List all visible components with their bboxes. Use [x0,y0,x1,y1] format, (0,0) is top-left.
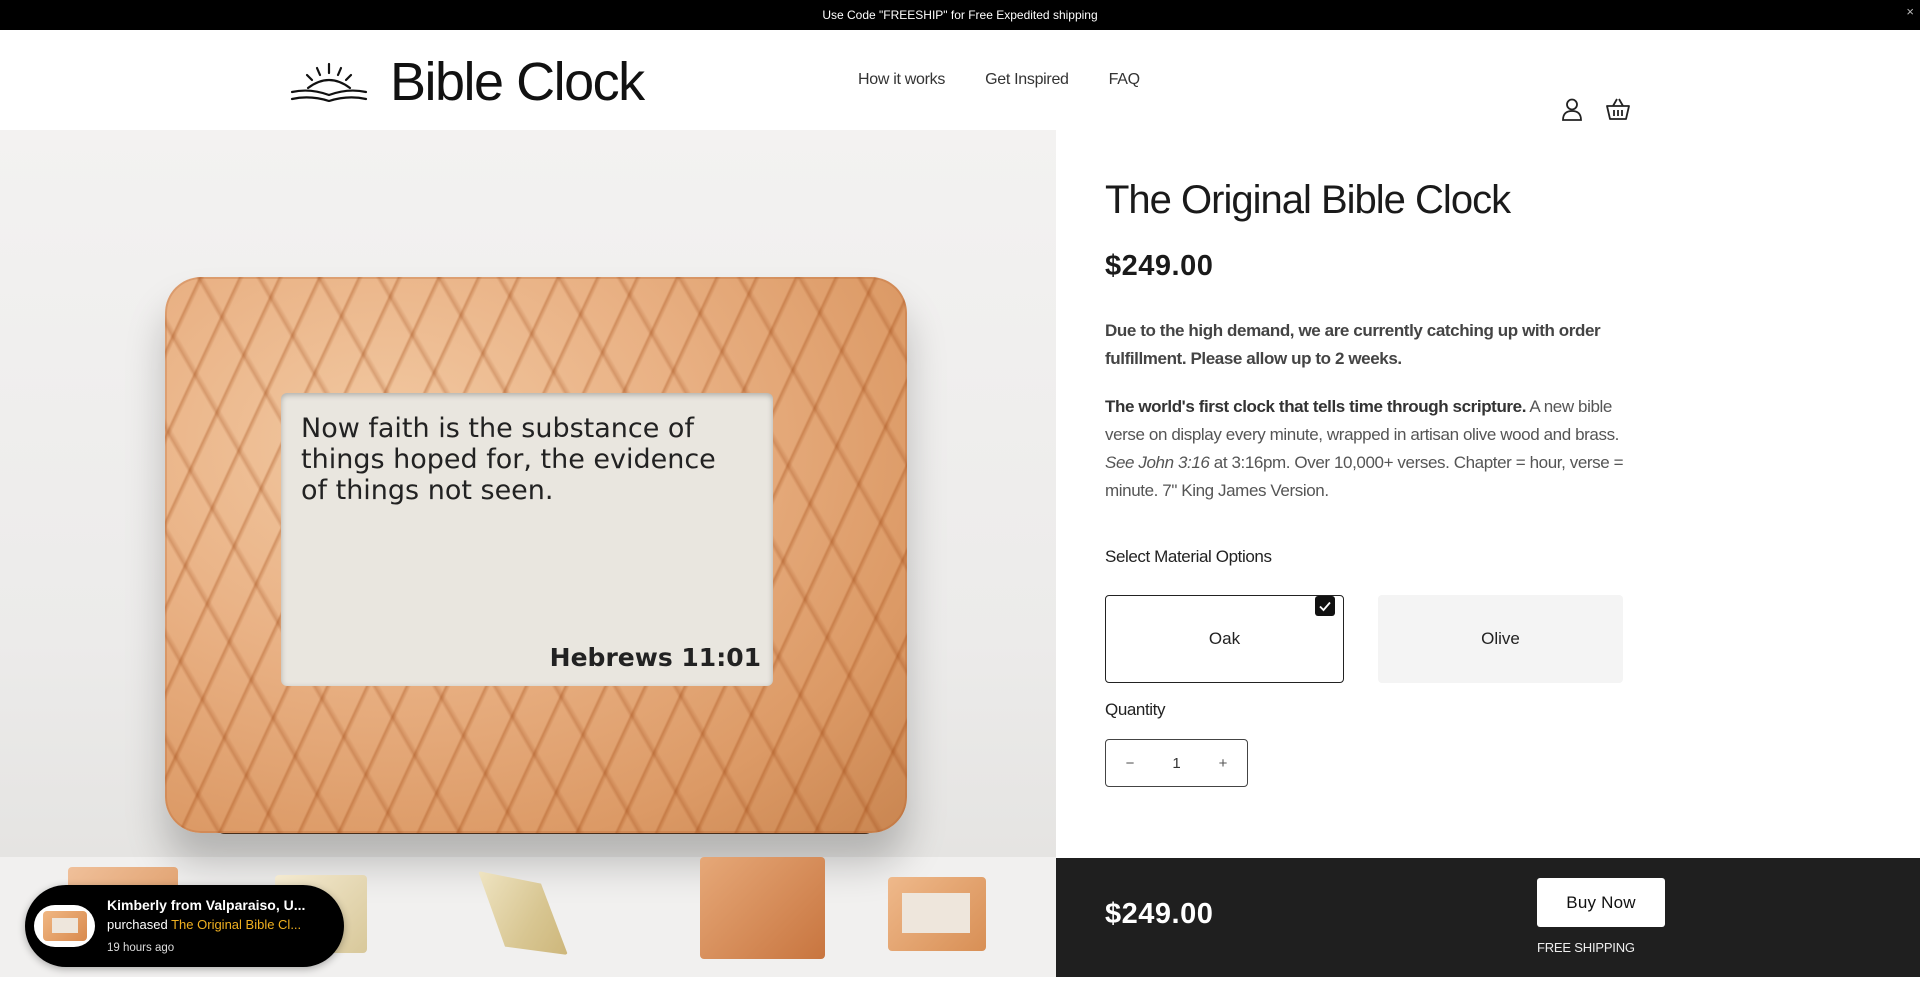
clock-screen: Now faith is the substance of things hop… [281,393,773,686]
logo-wordmark: Bible Clock [390,52,645,112]
free-shipping-label: FREE SHIPPING [1537,940,1635,955]
quantity-stepper: − 1 + [1105,739,1248,787]
close-icon[interactable]: × [1906,4,1914,19]
quantity-label: Quantity [1105,700,1166,719]
main-product-image[interactable]: Now faith is the substance of things hop… [0,130,1056,857]
account-icon[interactable] [1559,96,1585,122]
desc-italic: See John 3:16 [1105,453,1210,472]
buy-now-button[interactable]: Buy Now [1537,878,1665,927]
logo[interactable]: Bible Clock [290,52,645,112]
option-oak[interactable]: Oak [1105,595,1344,683]
demand-notice: Due to the high demand, we are currently… [1105,321,1601,368]
popup-purchased-line: purchased The Original Bible Cl... [107,917,317,932]
announcement-text: Use Code "FREESHIP" for Free Expedited s… [822,8,1098,22]
material-options-label: Select Material Options [1105,547,1272,566]
site-header: Bible Clock How it works Get Inspired FA… [0,30,1920,130]
nav-faq[interactable]: FAQ [1109,71,1140,89]
option-oak-label: Oak [1208,629,1241,648]
product-gallery: Now faith is the substance of things hop… [0,130,1056,977]
buybar-price: $249.00 [1105,898,1214,930]
quantity-value[interactable]: 1 [1172,755,1180,772]
thumbnail-3[interactable] [478,871,568,955]
cart-icon[interactable] [1605,96,1631,122]
popup-product-image [34,905,95,947]
product-description: The world's first clock that tells time … [1105,393,1645,505]
checkmark-icon [1315,596,1335,616]
nav-how-it-works[interactable]: How it works [858,71,945,89]
screen-reference: Hebrews 11:01 [549,643,761,672]
header-icons [1559,96,1631,122]
popup-purchased-label: purchased [107,917,168,932]
option-olive[interactable]: Olive [1378,595,1623,683]
screen-verse: Now faith is the substance of things hop… [301,413,716,506]
sunrise-book-logo-icon [290,62,368,102]
sticky-buy-bar: $249.00 Buy Now FREE SHIPPING [1056,858,1920,977]
popup-buyer: Kimberly from Valparaiso, U... [107,897,306,913]
product-price: $249.00 [1105,250,1214,282]
option-olive-label: Olive [1481,629,1520,648]
product-title: The Original Bible Clock [1105,178,1511,222]
quantity-increase-button[interactable]: + [1213,755,1233,772]
thumbnail-5[interactable] [888,877,986,951]
desc-headline: The world's first clock that tells time … [1105,397,1527,416]
recent-purchase-popup[interactable]: Kimberly from Valparaiso, U... purchased… [25,885,344,967]
popup-time: 19 hours ago [107,942,175,954]
quantity-decrease-button[interactable]: − [1120,755,1140,772]
nav-get-inspired[interactable]: Get Inspired [985,71,1069,89]
popup-product-link[interactable]: The Original Bible Cl... [171,917,301,932]
main-nav: How it works Get Inspired FAQ [858,30,1140,130]
announcement-bar: Use Code "FREESHIP" for Free Expedited s… [0,0,1920,30]
thumbnail-4[interactable] [700,857,825,959]
bottom-strip [0,977,1920,993]
